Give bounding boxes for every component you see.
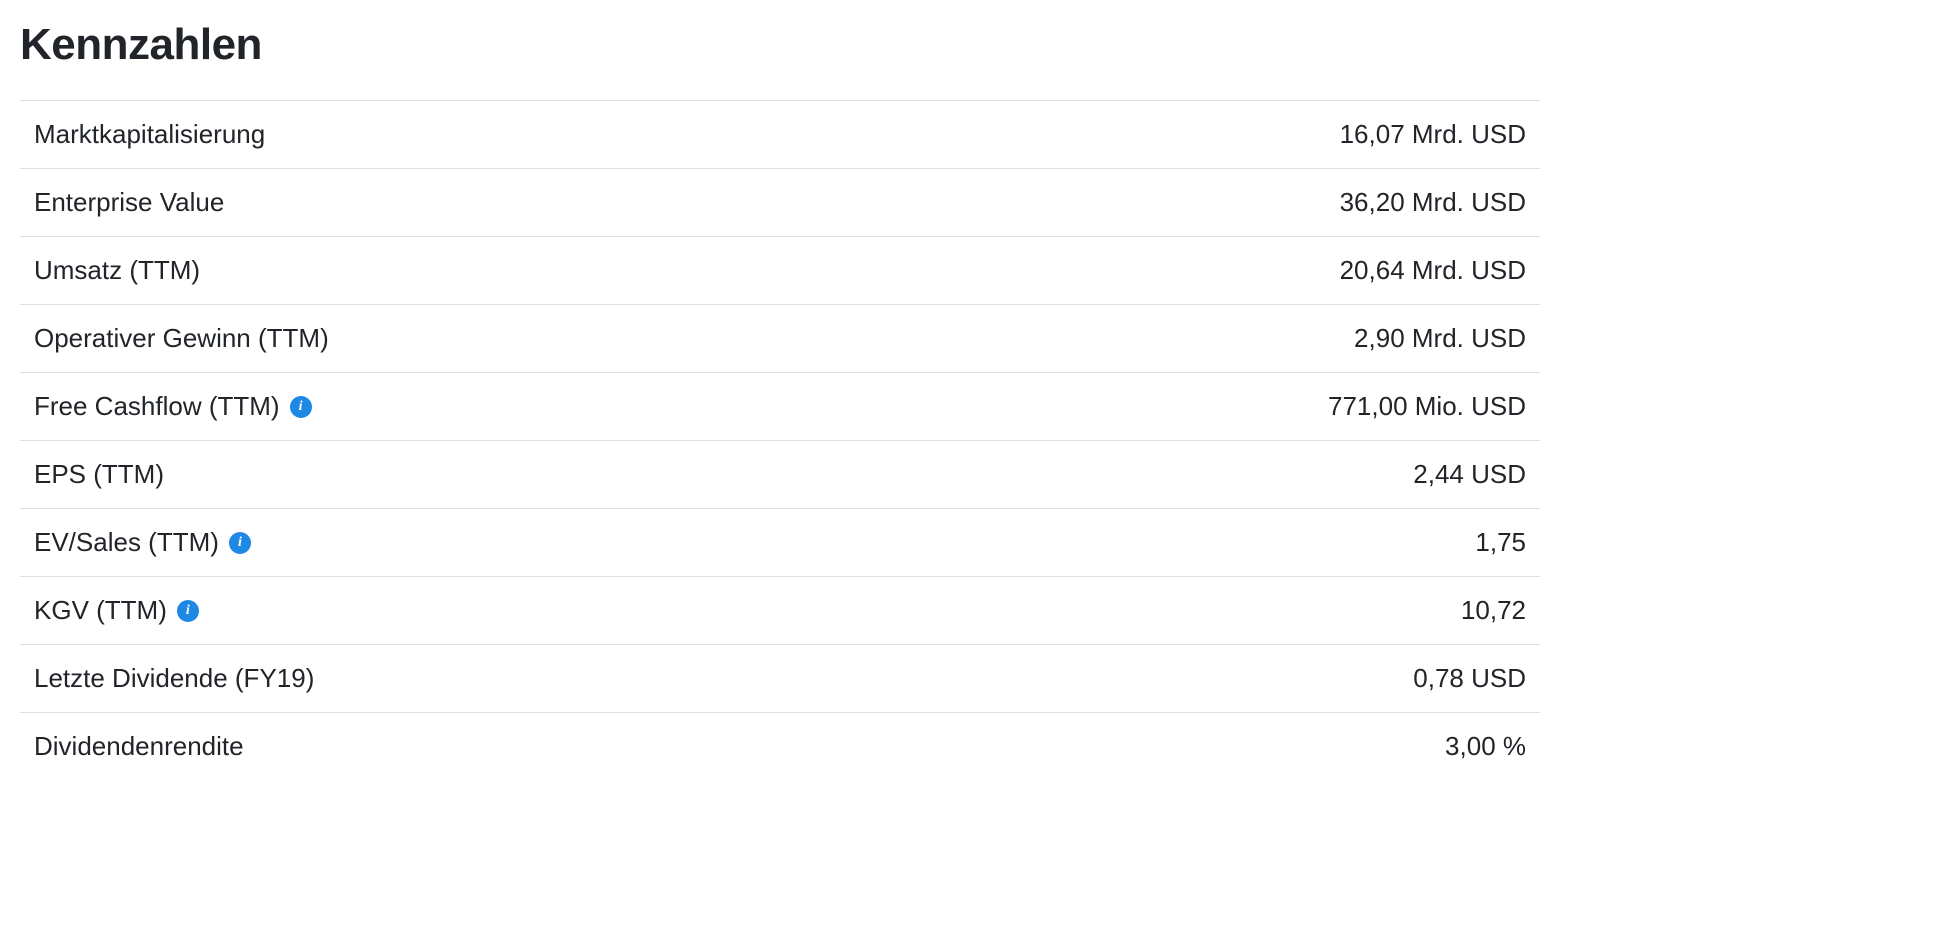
- metric-label: EPS (TTM): [34, 459, 164, 490]
- metric-label: Enterprise Value: [34, 187, 224, 218]
- section-title: Kennzahlen: [20, 20, 1540, 70]
- metric-row-marktkapitalisierung: Marktkapitalisierung 16,07 Mrd. USD: [20, 101, 1540, 169]
- metric-label-text: Enterprise Value: [34, 187, 224, 218]
- metric-label: Marktkapitalisierung: [34, 119, 265, 150]
- metric-label-text: Dividendenrendite: [34, 731, 244, 762]
- metric-value: 1,75: [1475, 527, 1526, 558]
- metric-label-text: EV/Sales (TTM): [34, 527, 219, 558]
- metric-label: Umsatz (TTM): [34, 255, 200, 286]
- metric-row-dividendenrendite: Dividendenrendite 3,00 %: [20, 713, 1540, 780]
- metrics-list: Marktkapitalisierung 16,07 Mrd. USD Ente…: [20, 100, 1540, 780]
- info-icon[interactable]: i: [177, 600, 199, 622]
- metric-value: 36,20 Mrd. USD: [1340, 187, 1526, 218]
- metric-label: Operativer Gewinn (TTM): [34, 323, 329, 354]
- info-icon[interactable]: i: [290, 396, 312, 418]
- metric-value: 3,00 %: [1445, 731, 1526, 762]
- metric-label: EV/Sales (TTM) i: [34, 527, 251, 558]
- metric-row-enterprise-value: Enterprise Value 36,20 Mrd. USD: [20, 169, 1540, 237]
- metric-value: 771,00 Mio. USD: [1328, 391, 1526, 422]
- metric-label: Dividendenrendite: [34, 731, 244, 762]
- metric-label-text: Free Cashflow (TTM): [34, 391, 280, 422]
- metric-value: 10,72: [1461, 595, 1526, 626]
- metric-label-text: Umsatz (TTM): [34, 255, 200, 286]
- metric-value: 20,64 Mrd. USD: [1340, 255, 1526, 286]
- info-icon[interactable]: i: [229, 532, 251, 554]
- metric-row-eps: EPS (TTM) 2,44 USD: [20, 441, 1540, 509]
- metric-label-text: EPS (TTM): [34, 459, 164, 490]
- metric-label-text: Letzte Dividende (FY19): [34, 663, 314, 694]
- metric-label: Letzte Dividende (FY19): [34, 663, 314, 694]
- metric-row-ev-sales: EV/Sales (TTM) i 1,75: [20, 509, 1540, 577]
- metric-row-umsatz: Umsatz (TTM) 20,64 Mrd. USD: [20, 237, 1540, 305]
- metric-label-text: KGV (TTM): [34, 595, 167, 626]
- metric-label: KGV (TTM) i: [34, 595, 199, 626]
- metric-row-free-cashflow: Free Cashflow (TTM) i 771,00 Mio. USD: [20, 373, 1540, 441]
- metric-value: 0,78 USD: [1413, 663, 1526, 694]
- metric-label-text: Operativer Gewinn (TTM): [34, 323, 329, 354]
- metric-value: 2,44 USD: [1413, 459, 1526, 490]
- metric-label-text: Marktkapitalisierung: [34, 119, 265, 150]
- metric-value: 2,90 Mrd. USD: [1354, 323, 1526, 354]
- metric-row-letzte-dividende: Letzte Dividende (FY19) 0,78 USD: [20, 645, 1540, 713]
- metric-label: Free Cashflow (TTM) i: [34, 391, 312, 422]
- metric-value: 16,07 Mrd. USD: [1340, 119, 1526, 150]
- metric-row-kgv: KGV (TTM) i 10,72: [20, 577, 1540, 645]
- metric-row-operativer-gewinn: Operativer Gewinn (TTM) 2,90 Mrd. USD: [20, 305, 1540, 373]
